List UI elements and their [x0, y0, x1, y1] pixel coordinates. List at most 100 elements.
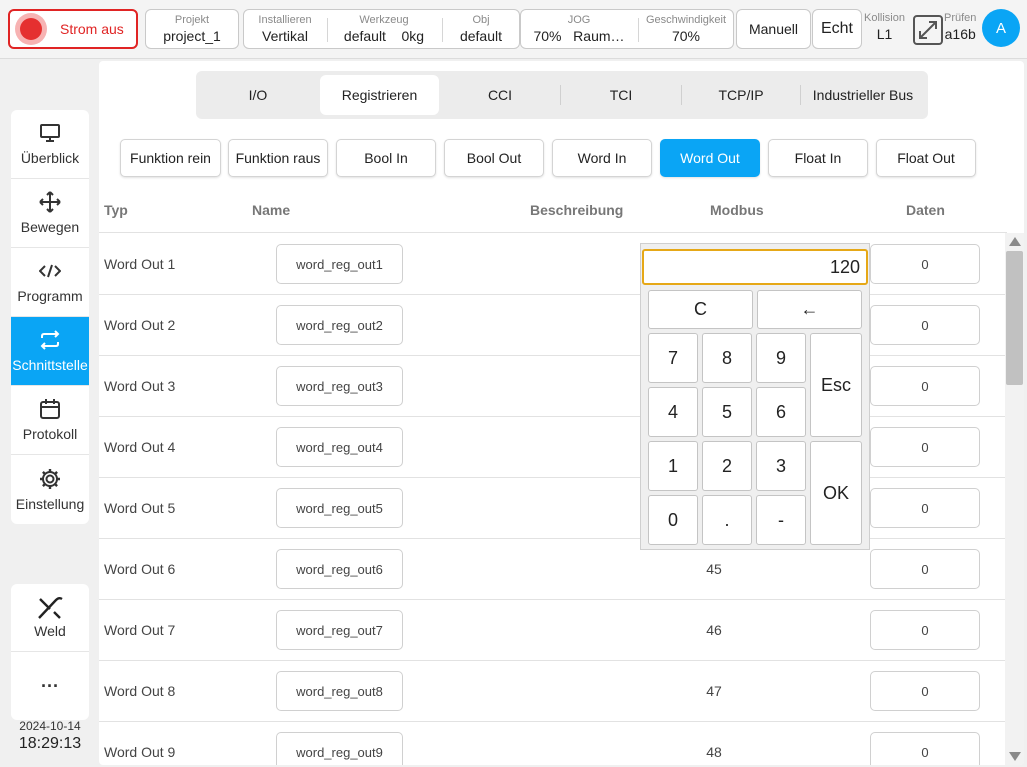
tab-industrial-bus[interactable]: Industrieller Bus: [801, 75, 925, 115]
power-off-label: Strom aus: [60, 21, 124, 37]
real-mode-button[interactable]: Echt: [812, 9, 862, 49]
collision-level[interactable]: Kollision L1: [864, 12, 905, 42]
keypad-key-minus[interactable]: -: [756, 495, 806, 545]
subtab-word-out[interactable]: Word Out: [660, 139, 760, 177]
tool-selector[interactable]: Werkzeug default 0kg: [328, 10, 440, 48]
name-field[interactable]: word_reg_out7: [276, 610, 403, 650]
table-row: Word Out 8 word_reg_out8 47 0: [99, 661, 1007, 722]
keypad-backspace-button[interactable]: ←: [757, 290, 862, 329]
clock: 2024-10-14 18:29:13: [0, 719, 100, 753]
table-row: Word Out 5 word_reg_out5 0: [99, 478, 1007, 539]
install-value: Vertikal: [262, 28, 308, 44]
modbus-address: 46: [706, 622, 722, 638]
tool-value: default 0kg: [328, 28, 440, 44]
row-type: Word Out 4: [104, 439, 176, 455]
sidebar-item-label: Programm: [17, 288, 83, 304]
keypad-ok-button[interactable]: OK: [810, 441, 862, 545]
keypad-clear-button[interactable]: C: [648, 290, 753, 329]
data-field[interactable]: 0: [870, 305, 980, 345]
subtab-bool-out[interactable]: Bool Out: [444, 139, 544, 177]
obj-selector[interactable]: Obj default: [443, 10, 519, 48]
project-value: project_1: [163, 28, 221, 44]
power-indicator-icon: [20, 18, 42, 40]
keypad-key-6[interactable]: 6: [756, 387, 806, 437]
user-avatar[interactable]: A: [982, 9, 1020, 47]
subtab-function-out[interactable]: Funktion raus: [228, 139, 328, 177]
main-panel: I/O Registrieren CCI TCI TCP/IP Industri…: [99, 61, 1024, 765]
data-field[interactable]: 0: [870, 732, 980, 765]
keypad-display[interactable]: 120: [642, 249, 868, 285]
name-field[interactable]: word_reg_out5: [276, 488, 403, 528]
name-field[interactable]: word_reg_out9: [276, 732, 403, 765]
keypad-key-9[interactable]: 9: [756, 333, 806, 383]
speed-selector[interactable]: Geschwindigkeit 70%: [639, 10, 733, 48]
name-field[interactable]: word_reg_out3: [276, 366, 403, 406]
scroll-up-icon[interactable]: [1009, 237, 1021, 246]
row-type: Word Out 2: [104, 317, 176, 333]
keypad-key-1[interactable]: 1: [648, 441, 698, 491]
data-field[interactable]: 0: [870, 488, 980, 528]
name-field[interactable]: word_reg_out4: [276, 427, 403, 467]
keypad-key-5[interactable]: 5: [702, 387, 752, 437]
jog-caption: JOG: [567, 14, 591, 26]
column-header-description: Beschreibung: [530, 202, 624, 218]
data-field[interactable]: 0: [870, 549, 980, 589]
sidebar-item-log[interactable]: Protokoll: [11, 386, 89, 455]
keypad-key-2[interactable]: 2: [702, 441, 752, 491]
keypad-key-dot[interactable]: .: [702, 495, 752, 545]
keypad-esc-button[interactable]: Esc: [810, 333, 862, 437]
obj-value: default: [459, 28, 503, 44]
scroll-down-icon[interactable]: [1009, 752, 1021, 761]
check-status[interactable]: Prüfen a16b: [944, 12, 976, 42]
sidebar-item-label: Protokoll: [22, 426, 78, 442]
sidebar-item-weld[interactable]: Weld: [11, 584, 89, 652]
data-field[interactable]: 0: [870, 366, 980, 406]
data-field[interactable]: 0: [870, 427, 980, 467]
vertical-scrollbar[interactable]: [1005, 233, 1024, 765]
name-field[interactable]: word_reg_out1: [276, 244, 403, 284]
sidebar-item-settings[interactable]: Einstellung: [11, 455, 89, 524]
subtab-bool-in[interactable]: Bool In: [336, 139, 436, 177]
data-field[interactable]: 0: [870, 610, 980, 650]
name-field[interactable]: word_reg_out6: [276, 549, 403, 589]
sidebar-item-interface[interactable]: Schnittstelle: [11, 317, 89, 386]
jog-selector[interactable]: JOG 70% Raum…: [521, 10, 637, 48]
keypad-key-7[interactable]: 7: [648, 333, 698, 383]
subtab-float-in[interactable]: Float In: [768, 139, 868, 177]
sidebar-item-program[interactable]: Programm: [11, 248, 89, 317]
keypad-key-3[interactable]: 3: [756, 441, 806, 491]
sidebar-item-label: Schnittstelle: [12, 357, 88, 373]
name-field[interactable]: word_reg_out8: [276, 671, 403, 711]
power-off-button[interactable]: Strom aus: [8, 9, 138, 49]
keypad-key-0[interactable]: 0: [648, 495, 698, 545]
subtab-function-in[interactable]: Funktion rein: [120, 139, 221, 177]
gear-icon: [39, 468, 61, 490]
top-bar: Strom aus Projekt project_1 Installieren…: [0, 0, 1027, 59]
tab-io[interactable]: I/O: [200, 75, 316, 115]
name-field[interactable]: word_reg_out2: [276, 305, 403, 345]
sidebar-item-overview[interactable]: Überblick: [11, 110, 89, 179]
tab-registers[interactable]: Registrieren: [320, 75, 439, 115]
keypad-key-4[interactable]: 4: [648, 387, 698, 437]
manual-mode-button[interactable]: Manuell: [736, 9, 811, 49]
tab-cci[interactable]: CCI: [440, 75, 560, 115]
sidebar-item-label: Einstellung: [15, 495, 85, 512]
subtab-float-out[interactable]: Float Out: [876, 139, 976, 177]
sidebar-item-move[interactable]: Bewegen: [11, 179, 89, 248]
tab-tcpip[interactable]: TCP/IP: [682, 75, 800, 115]
install-selector[interactable]: Installieren Vertikal: [244, 10, 326, 48]
keypad-key-8[interactable]: 8: [702, 333, 752, 383]
collision-value: L1: [876, 26, 893, 42]
project-caption: Projekt: [174, 14, 210, 26]
tab-tci[interactable]: TCI: [561, 75, 681, 115]
expand-icon[interactable]: [913, 15, 943, 45]
table-row: Word Out 2 word_reg_out2 0: [99, 295, 1007, 356]
project-selector[interactable]: Projekt project_1: [145, 9, 239, 49]
data-field[interactable]: 0: [870, 244, 980, 284]
subtab-word-in[interactable]: Word In: [552, 139, 652, 177]
tool-name: default: [343, 28, 386, 44]
scrollbar-thumb[interactable]: [1006, 251, 1023, 385]
row-type: Word Out 9: [104, 744, 176, 760]
more-menu-button[interactable]: ···: [11, 652, 89, 720]
data-field[interactable]: 0: [870, 671, 980, 711]
